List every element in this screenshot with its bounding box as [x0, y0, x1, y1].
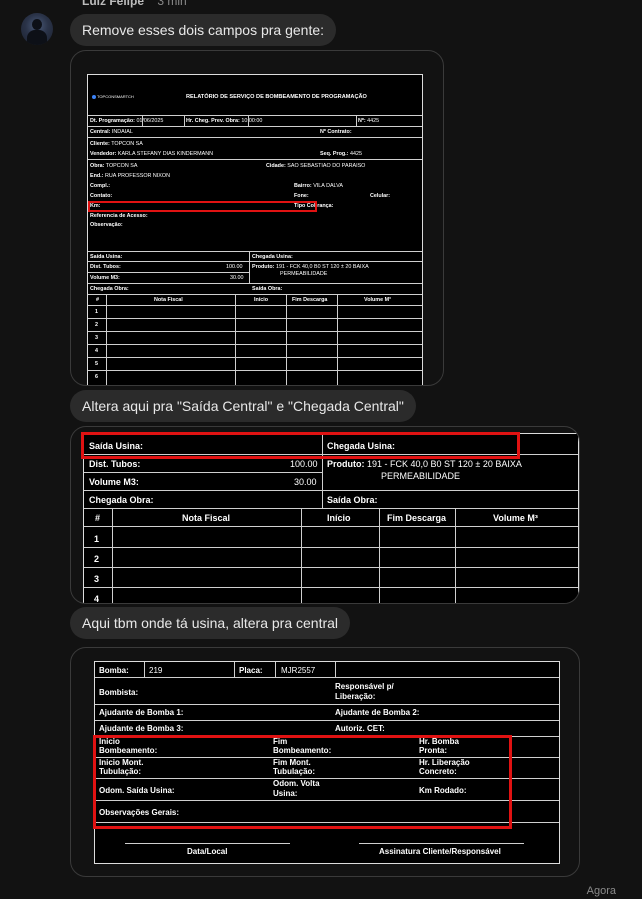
row-num-4: 4: [94, 594, 100, 604]
ajudante-2: Ajudante de Bomba 2:: [335, 708, 420, 717]
volume-m3-value: 30.00: [294, 477, 317, 487]
dist-tubos-value: 100.00: [226, 264, 243, 270]
contato: Contato:: [90, 193, 113, 199]
highlight-box: [81, 432, 520, 459]
numero: Nº: 4425: [358, 118, 380, 124]
th-num: #: [96, 297, 99, 303]
bomba: Bomba:: [99, 666, 129, 675]
produto-line2: PERMEABILIDADE: [280, 271, 328, 277]
th-nota-fiscal: Nota Fiscal: [154, 297, 183, 303]
message-header: Luiz Felipe 3 min: [82, 0, 187, 8]
message-time: 3 min: [157, 0, 187, 8]
autoriz-cet: Autoriz. CET:: [335, 724, 385, 733]
referencia-acesso: Referencia de Acesso:: [90, 213, 148, 219]
chegada-usina: Chegada Usina:: [252, 254, 293, 260]
th-fim-descarga: Fim Descarga: [292, 297, 328, 303]
observacao: Observação:: [90, 222, 123, 228]
produto: Produto: 191 - FCK 40,0 B0 ST 120 ± 20 B…: [252, 264, 369, 270]
th-volume: Volume M³: [493, 513, 538, 523]
obra: Obra: TOPCON SA: [90, 163, 138, 169]
bairro: Bairro: VILA DALVA: [294, 183, 343, 189]
hr-cheg-prev: Hr. Cheg. Prev. Obra: 10:00:00: [186, 118, 263, 124]
ajudante-1: Ajudante de Bomba 1:: [99, 708, 184, 717]
endereco: End.: RUA PROFESSOR NIXON: [90, 173, 170, 179]
central: Central: INDAIAL: [90, 129, 133, 135]
ajudante-3: Ajudante de Bomba 3:: [99, 724, 184, 733]
nr-contrato: Nº Contrato:: [320, 129, 352, 135]
highlight-box: [88, 201, 317, 212]
th-inicio: Início: [327, 513, 351, 523]
message-bubble-3: Aqui tbm onde tá usina, altera pra centr…: [70, 607, 351, 639]
th-volume: Volume M³: [364, 297, 391, 303]
produto-line2: PERMEABILIDADE: [381, 471, 461, 481]
row-num-5: 5: [95, 361, 98, 367]
dist-tubos: Dist. Tubos:: [89, 459, 141, 469]
placa-value: MJR2557: [281, 666, 316, 675]
topcon-logo: TOPCONSMARTCH: [92, 94, 134, 99]
cliente: Cliente: TOPCON SA: [90, 141, 143, 147]
th-inicio: Início: [254, 297, 269, 303]
report-title: RELATÓRIO DE SERVIÇO DE BOMBEAMENTO DE P…: [186, 94, 367, 100]
bomba-value: 219: [149, 666, 163, 675]
sender-name: Luiz Felipe: [82, 0, 145, 8]
placa: Placa:: [239, 666, 263, 675]
seq-prog: Seq. Prog.: 4425: [320, 151, 362, 157]
saida-usina: Saída Usina:: [90, 254, 123, 260]
data-local: Data/Local: [187, 847, 228, 856]
row-num-3: 3: [94, 574, 100, 584]
image-attachment-3[interactable]: Bomba: 219 Placa: MJR2557 Bombista: Resp…: [70, 647, 580, 877]
responsavel-liberacao: Responsável p/Liberação:: [335, 682, 394, 701]
th-num: #: [95, 513, 101, 523]
image-attachment-1[interactable]: TOPCONSMARTCH RELATÓRIO DE SERVIÇO DE BO…: [70, 50, 444, 386]
dist-tubos: Dist. Tubos:: [90, 264, 121, 270]
dt-programacao: Dt. Programação: 01/06/2025: [90, 118, 164, 124]
th-fim-descarga: Fim Descarga: [387, 513, 447, 523]
row-num-2: 2: [94, 554, 100, 564]
highlight-box: [93, 735, 512, 829]
message-bubble-1: Remove esses dois campos pra gente:: [70, 14, 337, 46]
message-time-footer: Agora: [586, 885, 616, 897]
avatar[interactable]: [21, 13, 53, 45]
row-num-4: 4: [95, 348, 98, 354]
row-num-1: 1: [95, 309, 98, 315]
produto: Produto: 191 - FCK 40,0 B0 ST 120 ± 20 B…: [327, 459, 522, 469]
assinatura: Assinatura Cliente/Responsável: [379, 847, 501, 856]
chegada-obra: Chegada Obra:: [89, 495, 154, 505]
cidade: Cidade: SAO SEBASTIAO DO PARAISO: [266, 163, 366, 169]
row-num-6: 6: [95, 374, 98, 380]
fone: Fone:: [294, 193, 309, 199]
image-attachment-2[interactable]: Saída Usina: Chegada Usina: Dist. Tubos:…: [70, 426, 580, 604]
chegada-obra: Chegada Obra:: [90, 286, 129, 292]
volume-m3: Volume M3:: [90, 275, 120, 281]
complemento: Compl.:: [90, 183, 111, 189]
row-num-1: 1: [94, 534, 100, 544]
saida-obra: Saída Obra:: [252, 286, 283, 292]
dist-tubos-value: 100.00: [290, 459, 318, 469]
row-num-2: 2: [95, 322, 98, 328]
report-document: TOPCONSMARTCH RELATÓRIO DE SERVIÇO DE BO…: [87, 74, 423, 385]
row-num-3: 3: [95, 335, 98, 341]
saida-obra: Saída Obra:: [327, 495, 378, 505]
th-nota-fiscal: Nota Fiscal: [182, 513, 231, 523]
bombista: Bombista:: [99, 688, 139, 697]
volume-m3: Volume M3:: [89, 477, 139, 487]
vendedor: Vendedor: KARLA STEFANY DIAS KINDERMANN: [90, 151, 214, 157]
message-bubble-2: Altera aqui pra "Saída Central" e "Chega…: [70, 390, 416, 422]
celular: Celular:: [370, 193, 391, 199]
volume-m3-value: 30.00: [230, 275, 244, 281]
